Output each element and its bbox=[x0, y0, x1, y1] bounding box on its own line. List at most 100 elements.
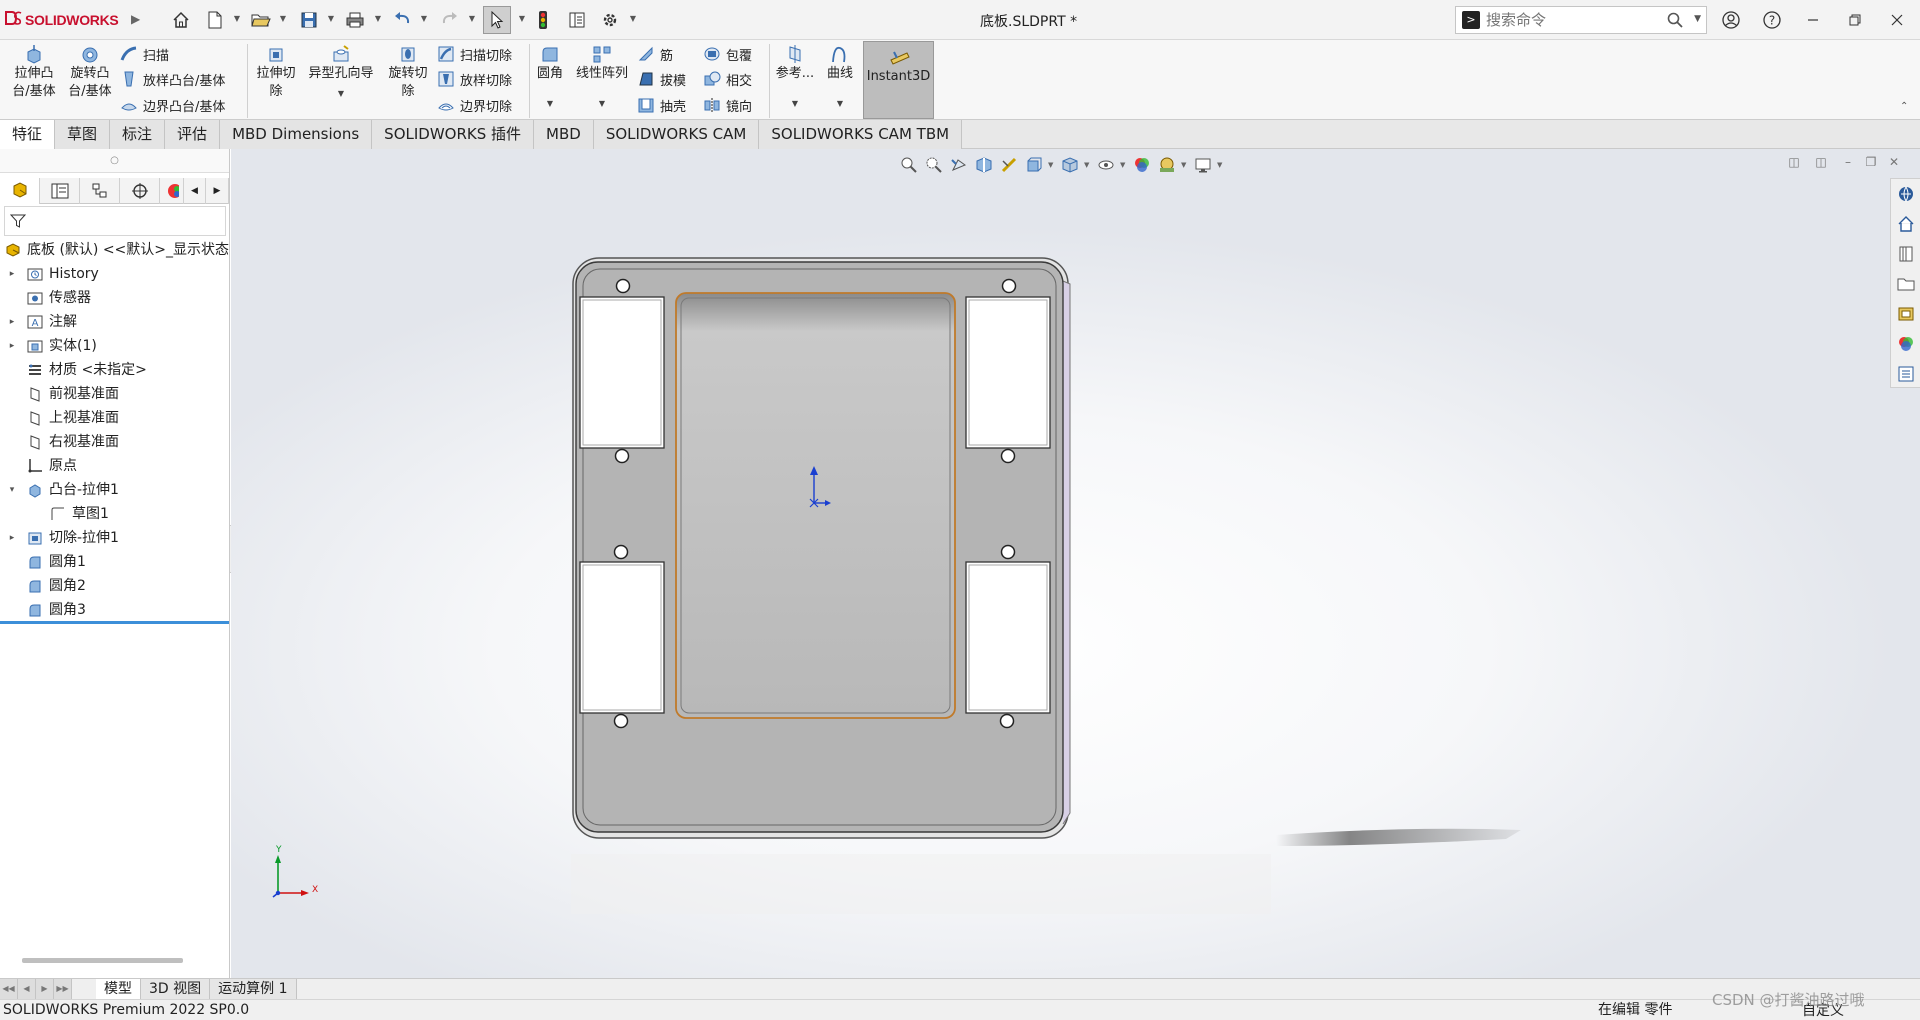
chevron-down-icon[interactable]: ▼ bbox=[1694, 14, 1701, 24]
print-icon[interactable] bbox=[342, 7, 368, 33]
home-icon[interactable] bbox=[168, 7, 194, 33]
tab-markup[interactable]: 标注 bbox=[110, 120, 166, 149]
fillet-button[interactable]: 圆角 ▼ bbox=[534, 44, 566, 113]
instant3d-button[interactable]: Instant3D bbox=[863, 41, 934, 119]
panel-grip[interactable]: ○ bbox=[0, 149, 229, 173]
sweep-button[interactable]: 扫描 bbox=[120, 43, 169, 65]
chevron-down-icon[interactable]: ▼ bbox=[792, 95, 798, 113]
horizontal-scrollbar[interactable] bbox=[22, 958, 183, 963]
close-icon[interactable] bbox=[1885, 8, 1909, 32]
boundary-cut-button[interactable]: 边界切除 bbox=[437, 94, 512, 116]
tab-model[interactable]: 模型 bbox=[96, 979, 141, 999]
rebuild-traffic-light-icon[interactable] bbox=[530, 7, 556, 33]
new-document-icon[interactable] bbox=[202, 7, 228, 33]
chevron-left-icon[interactable]: ◀ bbox=[184, 178, 206, 204]
tab-features[interactable]: 特征 bbox=[0, 120, 56, 149]
tab-solidworks-addins[interactable]: SOLIDWORKS 插件 bbox=[372, 120, 535, 149]
chevron-down-icon[interactable]: ▼ bbox=[467, 14, 477, 24]
extrude-cut-button[interactable]: 拉伸切 除 bbox=[252, 44, 300, 101]
save-icon[interactable] bbox=[296, 7, 322, 33]
select-cursor-icon[interactable] bbox=[483, 6, 511, 34]
tree-item-fillet2[interactable]: 圆角2 bbox=[0, 574, 229, 598]
file-properties-icon[interactable] bbox=[564, 7, 590, 33]
mirror-button[interactable]: 镜向 bbox=[703, 94, 752, 116]
tab-solidworks-cam[interactable]: SOLIDWORKS CAM bbox=[593, 120, 760, 149]
design-library-icon[interactable] bbox=[1891, 239, 1920, 269]
chevron-right-icon[interactable]: ▸ bbox=[6, 526, 18, 550]
tree-item-fillet3[interactable]: 圆角3 bbox=[0, 598, 229, 622]
chevron-down-icon[interactable]: ▼ bbox=[232, 14, 242, 24]
undo-icon[interactable] bbox=[390, 7, 416, 33]
tree-item-top-plane[interactable]: 上视基准面 bbox=[0, 406, 229, 430]
tree-filter[interactable] bbox=[4, 206, 226, 236]
redo-icon[interactable] bbox=[436, 7, 462, 33]
search-box[interactable]: > ▼ bbox=[1455, 6, 1707, 34]
search-icon[interactable] bbox=[1666, 11, 1684, 33]
open-folder-icon[interactable] bbox=[248, 7, 274, 33]
linear-pattern-button[interactable]: 线性阵列 ▼ bbox=[573, 44, 631, 113]
tree-item-cut-extrude1[interactable]: ▸ 切除-拉伸1 bbox=[0, 526, 229, 550]
tab-sketch[interactable]: 草图 bbox=[55, 120, 111, 149]
tab-motion-study[interactable]: 运动算例 1 bbox=[210, 979, 297, 999]
tree-item-boss-extrude1[interactable]: ▾ 凸台-拉伸1 bbox=[0, 478, 229, 502]
display-manager-tab[interactable] bbox=[160, 178, 184, 204]
tree-item-solid-bodies[interactable]: ▸ 实体(1) bbox=[0, 334, 229, 358]
shell-button[interactable]: 抽壳 bbox=[637, 94, 686, 116]
reference-geometry-button[interactable]: 参考... ▼ bbox=[774, 44, 816, 113]
help-icon[interactable]: ? bbox=[1760, 8, 1784, 32]
boundary-boss-button[interactable]: 边界凸台/基体 bbox=[120, 94, 225, 116]
chevron-right-icon[interactable]: ▶ bbox=[206, 178, 229, 204]
chevron-down-icon[interactable]: ▼ bbox=[338, 85, 344, 103]
restore-icon[interactable] bbox=[1843, 8, 1867, 32]
rib-button[interactable]: 筋 bbox=[637, 43, 673, 65]
file-explorer-icon[interactable] bbox=[1891, 269, 1920, 299]
chevron-right-icon[interactable]: ▸ bbox=[6, 262, 18, 286]
first-tab-icon[interactable]: ◀◀ bbox=[0, 979, 18, 999]
curves-button[interactable]: 曲线 ▼ bbox=[822, 44, 858, 113]
tree-item-origin[interactable]: 原点 bbox=[0, 454, 229, 478]
configuration-manager-tab[interactable] bbox=[80, 178, 120, 204]
chevron-down-icon[interactable]: ▼ bbox=[419, 14, 429, 24]
chevron-right-icon[interactable]: ▶ bbox=[131, 12, 140, 26]
next-tab-icon[interactable]: ▶ bbox=[36, 979, 54, 999]
sweep-cut-button[interactable]: 扫描切除 bbox=[437, 43, 512, 65]
chevron-down-icon[interactable]: ▼ bbox=[837, 95, 843, 113]
search-input[interactable] bbox=[1486, 11, 1646, 29]
solidworks-resources-icon[interactable] bbox=[1891, 179, 1920, 209]
rollback-bar[interactable] bbox=[0, 621, 229, 624]
revolve-cut-button[interactable]: 旋转切 除 bbox=[384, 44, 432, 101]
tree-root[interactable]: 底板 (默认) <<默认>_显示状态 bbox=[0, 238, 229, 262]
custom-properties-icon[interactable] bbox=[1891, 359, 1920, 389]
solidworks-logo[interactable]: SOLIDWORKS bbox=[4, 9, 119, 31]
revolve-boss-button[interactable]: 旋转凸 台/基体 bbox=[66, 44, 114, 101]
chevron-down-icon[interactable]: ▾ bbox=[6, 478, 18, 502]
appearances-icon[interactable] bbox=[1891, 329, 1920, 359]
loft-cut-button[interactable]: 放样切除 bbox=[437, 68, 512, 90]
tab-mbd-dimensions[interactable]: MBD Dimensions bbox=[220, 120, 373, 149]
minimize-icon[interactable] bbox=[1801, 8, 1825, 32]
hole-wizard-button[interactable]: 异型孔向导 ▼ bbox=[303, 44, 379, 103]
chevron-right-icon[interactable]: ▸ bbox=[6, 334, 18, 358]
chevron-down-icon[interactable]: ▼ bbox=[547, 95, 553, 113]
tree-item-right-plane[interactable]: 右视基准面 bbox=[0, 430, 229, 454]
chevron-down-icon[interactable]: ▼ bbox=[278, 14, 288, 24]
feature-manager-tab[interactable] bbox=[0, 178, 40, 204]
home-icon[interactable] bbox=[1891, 209, 1920, 239]
tree-item-fillet1[interactable]: 圆角1 bbox=[0, 550, 229, 574]
tab-evaluate[interactable]: 评估 bbox=[165, 120, 221, 149]
previous-tab-icon[interactable]: ◀ bbox=[18, 979, 36, 999]
graphics-area[interactable]: ▼ ▼ ▼ ▼ ▼ ◫ ◫ – ❐ ✕ Y X bbox=[231, 149, 1920, 978]
property-manager-tab[interactable] bbox=[40, 178, 80, 204]
tree-item-sketch1[interactable]: 草图1 bbox=[0, 502, 229, 526]
view-palette-icon[interactable] bbox=[1891, 299, 1920, 329]
tab-3d-views[interactable]: 3D 视图 bbox=[141, 979, 211, 999]
last-tab-icon[interactable]: ▶▶ bbox=[54, 979, 72, 999]
wrap-button[interactable]: 包覆 bbox=[703, 43, 752, 65]
intersect-button[interactable]: 相交 bbox=[703, 68, 752, 90]
chevron-down-icon[interactable]: ▼ bbox=[628, 14, 638, 24]
chevron-right-icon[interactable]: ▸ bbox=[6, 310, 18, 334]
chevron-down-icon[interactable]: ▼ bbox=[326, 14, 336, 24]
extrude-boss-button[interactable]: 拉伸凸 台/基体 bbox=[10, 44, 58, 101]
user-account-icon[interactable] bbox=[1719, 8, 1743, 32]
loft-boss-button[interactable]: 放样凸台/基体 bbox=[120, 68, 225, 90]
